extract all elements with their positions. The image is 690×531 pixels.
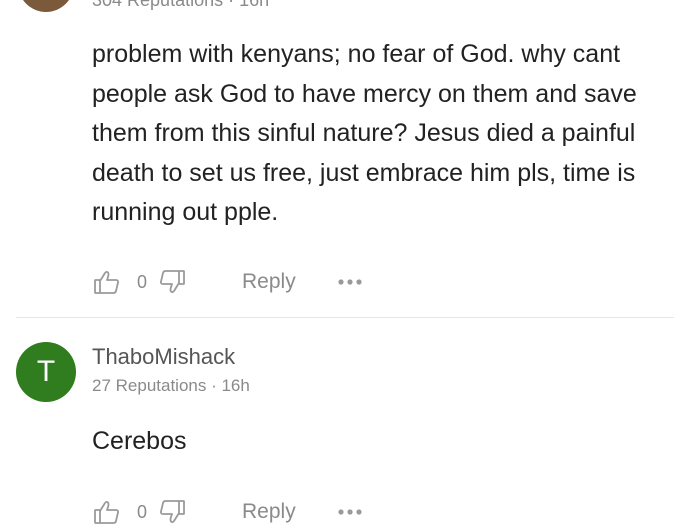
thumbs-up-icon bbox=[94, 500, 119, 524]
comment-actions: 0 Reply bbox=[92, 497, 364, 527]
comment-divider bbox=[16, 317, 674, 318]
more-dots-icon bbox=[338, 509, 362, 515]
comment-username[interactable]: ThaboMishack bbox=[92, 344, 235, 370]
reply-button[interactable]: Reply bbox=[242, 270, 296, 294]
comment-meta: 27 Reputations · 16h bbox=[92, 376, 250, 395]
comment-actions: 0 Reply bbox=[92, 267, 364, 297]
like-button[interactable] bbox=[92, 267, 122, 297]
comment-text: problem with kenyans; no fear of God. wh… bbox=[92, 40, 637, 226]
like-count: 0 bbox=[137, 271, 148, 292]
dislike-button[interactable] bbox=[157, 267, 187, 297]
avatar[interactable]: T bbox=[16, 342, 76, 402]
like-button[interactable] bbox=[92, 497, 122, 527]
thumbs-up-icon bbox=[94, 270, 119, 294]
like-count: 0 bbox=[137, 501, 148, 522]
avatar[interactable] bbox=[18, 0, 74, 12]
more-dots-icon bbox=[338, 279, 362, 285]
reply-button[interactable]: Reply bbox=[242, 500, 296, 524]
more-options-button[interactable] bbox=[336, 267, 364, 297]
dislike-button[interactable] bbox=[157, 497, 187, 527]
thumbs-down-icon bbox=[160, 500, 185, 524]
comment-meta: 304 Reputations · 16h bbox=[92, 0, 270, 10]
comment-1: 304 Reputations · 16h problem with kenya… bbox=[0, 0, 690, 317]
comment-text: Cerebos bbox=[92, 427, 187, 455]
more-options-button[interactable] bbox=[336, 497, 364, 527]
thumbs-down-icon bbox=[160, 270, 185, 294]
